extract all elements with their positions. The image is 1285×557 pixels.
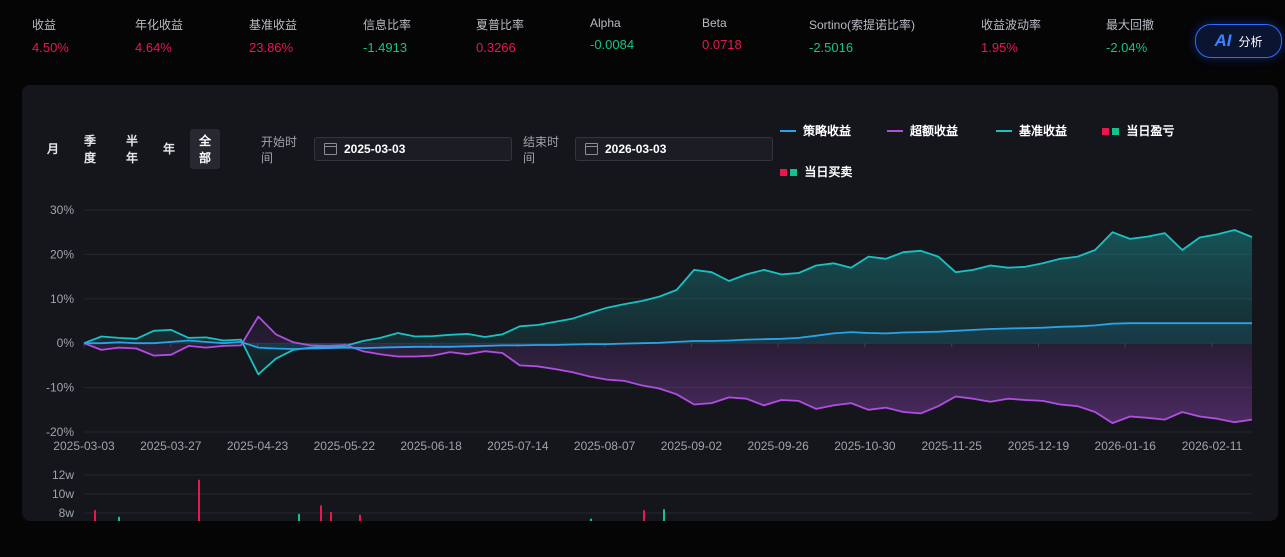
metric-label: 基准收益: [249, 18, 298, 32]
metric-value: -0.0084: [590, 37, 635, 52]
y-tick-label: 10%: [50, 292, 74, 306]
x-tick-label: 2025-05-22: [314, 439, 376, 453]
metric-label: 收益: [32, 18, 57, 32]
metric-label: Beta: [702, 16, 727, 30]
return-chart: 30% 20% 10% 0% -10% -20%2025-03-03 2025-03-27 2…: [46, 203, 1253, 521]
metrics-bar: 收益 4.50% 年化收益 4.64% 基准收益 23.86% 信息比率 -1.…: [0, 0, 1285, 70]
ai-icon: AI: [1214, 31, 1232, 50]
y-tick-label: -10%: [46, 381, 74, 395]
bar-y-tick-label: 12w: [52, 468, 74, 482]
metric-label: 信息比率: [363, 18, 412, 32]
x-tick-label: 2025-12-19: [1008, 439, 1070, 453]
bar: [198, 479, 200, 521]
metric-label: 最大回撤: [1106, 18, 1155, 32]
bar: [118, 516, 120, 521]
x-tick-label: 2025-07-14: [487, 439, 549, 453]
x-tick-label: 2025-06-18: [400, 439, 462, 453]
metric-volatility: 收益波动率 1.95%: [981, 16, 1041, 55]
y-tick-label: -20%: [46, 425, 74, 439]
y-tick-label: 30%: [50, 203, 74, 217]
metric-value: -2.04%: [1106, 40, 1148, 55]
metric-max-drawdown: 最大回撤 -2.04%: [1106, 16, 1154, 55]
bar: [590, 518, 592, 521]
metric-value: 4.64%: [135, 40, 172, 55]
metric-value: 23.86%: [249, 40, 294, 55]
bar-y-tick-label: 8w: [59, 506, 75, 520]
bar: [643, 510, 645, 521]
metric-alpha: Alpha -0.0084: [590, 16, 634, 52]
ai-analysis-label: 分析: [1238, 34, 1263, 49]
metric-value: -1.4913: [363, 40, 408, 55]
metric-label: 年化收益: [135, 18, 184, 32]
metric-annual-return: 年化收益 4.64%: [135, 16, 183, 55]
metric-information-ratio: 信息比率 -1.4913: [363, 16, 411, 55]
x-tick-label: 2025-04-23: [227, 439, 289, 453]
bar-y-tick-label: 10w: [52, 487, 74, 501]
metric-return: 收益 4.50%: [32, 16, 69, 55]
metric-value: 4.50%: [32, 40, 69, 55]
metric-value: 1.95%: [981, 40, 1018, 55]
bar: [94, 510, 96, 521]
chart-panel: 月 季 度 半 年 年 全 部 开始时 间 2025-03-03 结束时 间 2…: [22, 85, 1278, 521]
x-tick-label: 2026-01-16: [1095, 439, 1157, 453]
y-tick-label: 20%: [50, 247, 74, 261]
metric-benchmark-return: 基准收益 23.86%: [249, 16, 297, 55]
metric-beta: Beta 0.0718: [702, 16, 742, 52]
x-tick-label: 2025-11-25: [921, 439, 982, 453]
x-tick-label: 2025-10-30: [834, 439, 896, 453]
metric-label: 夏普比率: [476, 18, 525, 32]
metric-value: 0.0718: [702, 37, 742, 52]
metric-value: 0.3266: [476, 40, 516, 55]
x-tick-label: 2025-08-07: [574, 439, 636, 453]
ai-analysis-button[interactable]: AI 分析: [1195, 24, 1282, 58]
metric-sharpe-ratio: 夏普比率 0.3266: [476, 16, 524, 55]
metric-sortino: Sortino(索提诺比率) -2.5016: [809, 16, 915, 55]
bar: [298, 513, 300, 521]
bar: [359, 514, 361, 521]
x-tick-label: 2025-09-26: [747, 439, 809, 453]
metric-value: -2.5016: [809, 40, 854, 55]
x-tick-label: 2025-03-03: [53, 439, 115, 453]
metric-label: 收益波动率: [981, 18, 1042, 32]
x-tick-label: 2025-03-27: [140, 439, 202, 453]
bar: [330, 512, 332, 521]
x-tick-label: 2025-09-02: [661, 439, 723, 453]
x-tick-label: 2026-02-11: [1182, 439, 1243, 453]
metric-label: Alpha: [590, 16, 621, 30]
metric-label: Sortino(索提诺比率): [809, 18, 916, 32]
bar: [320, 505, 322, 521]
y-tick-label: 0%: [57, 336, 75, 350]
bar: [663, 509, 665, 521]
